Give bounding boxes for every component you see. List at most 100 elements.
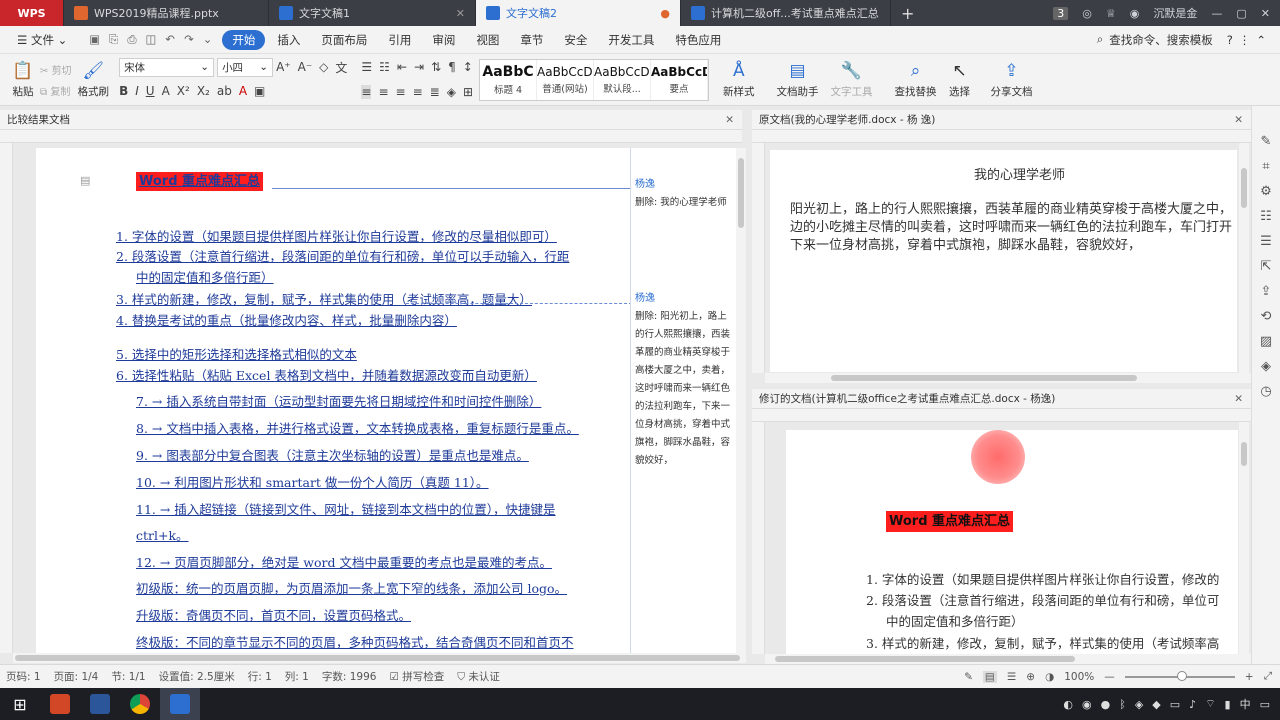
status-word-count[interactable]: 字数: 1996 (322, 669, 377, 684)
phonetic-icon[interactable]: 文 (335, 59, 347, 76)
show-marks-icon[interactable]: ¶ (448, 60, 456, 74)
style-default-para[interactable]: AaBbCcDd 默认段... (594, 59, 652, 100)
status-col[interactable]: 列: 1 (285, 669, 309, 684)
tab-doc1[interactable]: 文字文稿1 ✕ (269, 0, 476, 26)
open-icon[interactable]: ⇱ (1261, 259, 1272, 274)
compare-line[interactable]: 11. → 插入超链接（链接到文件、网址，链接到本文档中的位置），快捷键是 (136, 499, 556, 518)
share-button[interactable]: ⇪ 分享文档 (985, 55, 1039, 105)
format-painter-button[interactable]: 🖌 格式刷 (72, 55, 116, 105)
revised-vscroll[interactable] (1239, 422, 1249, 654)
align-left-icon[interactable]: ≡ (361, 85, 372, 99)
grow-font-icon[interactable]: A⁺ (276, 60, 291, 74)
tab-references[interactable]: 引用 (379, 29, 420, 51)
list-icon[interactable]: ☰ (1260, 234, 1272, 249)
scroll-thumb[interactable] (15, 655, 740, 661)
sort-icon[interactable]: ⇅ (431, 60, 441, 74)
battery-icon[interactable]: ▮ (1225, 698, 1231, 711)
preview-icon[interactable]: ◫ (146, 32, 157, 47)
taskbar-word[interactable] (80, 688, 120, 720)
close-icon[interactable]: ✕ (1234, 393, 1251, 405)
taskbar-chrome[interactable] (120, 688, 160, 720)
taskbar-ppt[interactable] (40, 688, 80, 720)
font-color-icon[interactable]: A (239, 84, 247, 98)
shrink-font-icon[interactable]: A⁻ (298, 60, 313, 74)
windows-start-button[interactable]: ⊞ (0, 688, 40, 720)
notification-icon[interactable]: ▭ (1260, 698, 1270, 711)
compare-line[interactable]: 7. → 插入系统自带封面（运动型封面要先将日期域控件和时间控件删除） (136, 391, 541, 410)
file-menu[interactable]: ☰ 文件 ⌄ (8, 29, 76, 51)
shading-icon[interactable]: ◈ (447, 85, 456, 99)
font-family-select[interactable]: 宋体 ⌄ (119, 57, 215, 77)
clear-format-icon[interactable]: ◇ (319, 60, 328, 74)
print-icon[interactable]: ⎙ (127, 32, 136, 47)
compare-line[interactable]: 4. 替换是考试的重点（批量修改内容、样式，批量删除内容） (116, 310, 457, 329)
tab-page-layout[interactable]: 页面布局 (312, 29, 376, 51)
strikethrough-icon[interactable]: A (162, 84, 170, 98)
settings-icon[interactable]: ⚙ (1260, 184, 1272, 199)
tray-app-icon[interactable]: ◉ (1082, 698, 1092, 711)
tab-developer[interactable]: 开发工具 (599, 29, 663, 51)
compare-line[interactable]: 3. 样式的新建，修改，复制，赋予，样式集的使用（考试频率高，题量大） (116, 289, 532, 308)
tab-start[interactable]: 开始 (222, 29, 266, 50)
web-view-icon[interactable]: ⊕ (1026, 671, 1035, 683)
status-section[interactable]: 节: 1/1 (111, 669, 145, 684)
scroll-thumb[interactable] (831, 375, 1137, 381)
char-border-icon[interactable]: ▣ (254, 84, 265, 98)
superscript-icon[interactable]: X² (177, 84, 190, 98)
scroll-thumb[interactable] (1241, 168, 1247, 208)
justify-icon[interactable]: ≡ (413, 85, 423, 99)
skin-icon[interactable]: ◎ (1082, 7, 1092, 20)
status-page-number[interactable]: 页码: 1 (6, 669, 41, 684)
borders-icon[interactable]: ⊞ (463, 85, 473, 99)
tab-doc-exam[interactable]: 计算机二级off...考试重点难点汇总 (681, 0, 891, 26)
command-search[interactable]: ⌕ 查找命令、搜索模板 ? ⋮ ⌃ (1097, 32, 1280, 48)
network-icon[interactable]: ▭ (1170, 698, 1180, 711)
status-pages[interactable]: 页面: 1/4 (54, 669, 99, 684)
outline-view-icon[interactable]: ☰ (1007, 671, 1016, 683)
zoom-level[interactable]: 100% (1064, 671, 1094, 683)
bold-icon[interactable]: B (119, 84, 128, 98)
scroll-thumb[interactable] (738, 158, 744, 228)
more-icon[interactable]: ⋮ (1239, 33, 1251, 47)
compare-line[interactable]: 2. 段落设置（注意首行缩进，段落间距的单位有行和磅，单位可以手动输入，行距 (116, 246, 569, 265)
dropdown-icon[interactable]: ⌄ (203, 32, 213, 47)
tab-pptx[interactable]: WPS2019精品课程.pptx (64, 0, 269, 26)
close-icon[interactable]: ✕ (456, 7, 465, 20)
tray-app-icon[interactable]: ◈ (1135, 698, 1143, 711)
italic-icon[interactable]: I (135, 84, 139, 98)
compare-line[interactable]: ctrl+k。 (136, 525, 189, 544)
tab-security[interactable]: 安全 (555, 29, 596, 51)
zoom-out-icon[interactable]: — (1104, 671, 1115, 683)
undo-icon[interactable]: ↶ (165, 32, 175, 47)
pen-icon[interactable]: ✎ (1261, 134, 1272, 149)
export-icon[interactable]: ⎘ (109, 32, 118, 47)
save-icon[interactable]: ▣ (89, 32, 100, 47)
text-tools-button[interactable]: 🔧 文字工具 (825, 55, 879, 105)
compare-line[interactable]: 12. → 页眉页脚部分，绝对是 word 文档中最重要的考点也是最难的考点。 (136, 552, 552, 571)
cut-button[interactable]: ✂ 剪切 (40, 62, 72, 77)
ime-indicator[interactable]: 中 (1240, 696, 1251, 712)
zoom-slider[interactable] (1124, 670, 1235, 681)
tab-view[interactable]: 视图 (467, 29, 508, 51)
tray-app-icon[interactable]: ◐ (1063, 698, 1073, 711)
minimize-icon[interactable]: — (1211, 7, 1222, 20)
translate-icon[interactable]: ⟲ (1261, 309, 1272, 324)
compare-line[interactable]: 8. → 文档中插入表格，并进行格式设置，文本转换成表格，重复标题行是重点。 (136, 418, 579, 437)
edit-view-icon[interactable]: ✎ (964, 671, 973, 683)
bullet-list-icon[interactable]: ☰ (361, 60, 372, 74)
close-window-icon[interactable]: ✕ (1261, 7, 1270, 20)
select-button[interactable]: ↖ 选择 (943, 55, 977, 105)
highlight-icon[interactable]: ab (217, 84, 232, 98)
underline-icon[interactable]: U (146, 84, 155, 98)
revised-heading[interactable]: Word 重点难点汇总 (886, 510, 1014, 532)
compare-line[interactable]: 5. 选择中的矩形选择和选择格式相似的文本 (116, 344, 357, 363)
revised-hscroll[interactable] (765, 654, 1251, 664)
history-icon[interactable]: ◷ (1260, 384, 1271, 399)
zoom-in-icon[interactable]: + (1245, 671, 1254, 683)
status-setting[interactable]: 设置值: 2.5厘米 (159, 669, 235, 684)
bluetooth-icon[interactable]: ᛒ (1119, 698, 1126, 711)
wifi-icon[interactable]: ⌔ (1205, 697, 1215, 711)
sliders-icon[interactable]: ☷ (1260, 209, 1272, 224)
crop-icon[interactable]: ⌗ (1262, 159, 1269, 174)
close-icon[interactable]: ✕ (725, 114, 742, 126)
